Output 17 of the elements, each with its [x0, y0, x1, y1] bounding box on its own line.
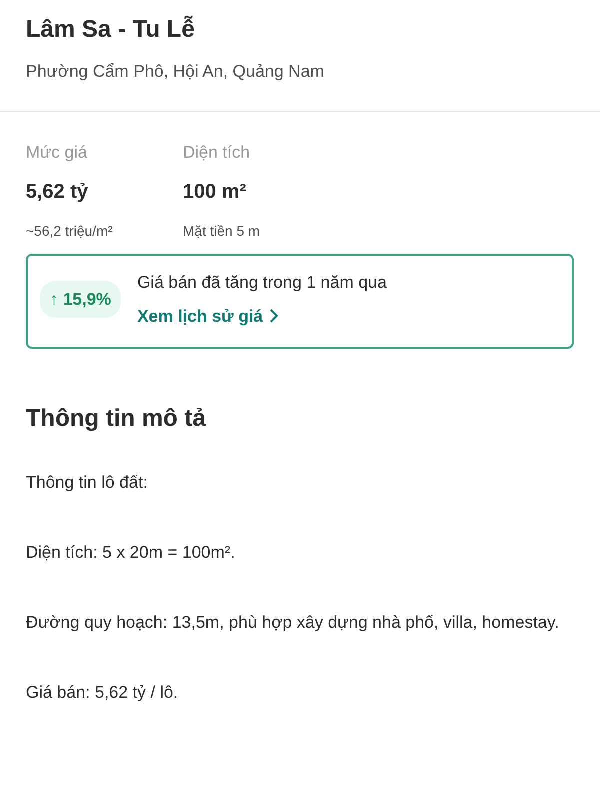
- stat-detail: ~56,2 triệu/m²: [26, 222, 114, 242]
- description-paragraph: Giá bán: 5,62 tỷ / lô.: [26, 682, 180, 704]
- stat-detail: Mặt tiền 5 m: [183, 222, 262, 242]
- price-history-link[interactable]: Xem lịch sử giá: [137, 304, 280, 330]
- stat-value: 5,62 tỷ: [26, 180, 90, 206]
- section-heading: Thông tin mô tả: [26, 404, 208, 434]
- description-paragraph: Thông tin lô đất:: [26, 472, 149, 494]
- listing-address: Phường Cẩm Phô, Hội An, Quảng Nam: [26, 61, 326, 84]
- stat-label: Mức giá: [26, 142, 88, 164]
- stat-value: 100 m²: [183, 180, 248, 206]
- description-paragraph: Diện tích: 5 x 20m = 100m².: [26, 542, 236, 564]
- stat-label: Diện tích: [183, 142, 252, 164]
- chevron-right-icon: [269, 308, 280, 324]
- listing-title: Lâm Sa - Tu Lễ: [26, 14, 196, 45]
- description-paragraph: Đường quy hoạch: 13,5m, phù hợp xây dựng nhà phố, villa, homestay.: [26, 612, 560, 634]
- growth-badge: ↑ 15,9%: [40, 280, 122, 318]
- trend-text: Giá bán đã tăng trong 1 năm qua: [137, 272, 387, 294]
